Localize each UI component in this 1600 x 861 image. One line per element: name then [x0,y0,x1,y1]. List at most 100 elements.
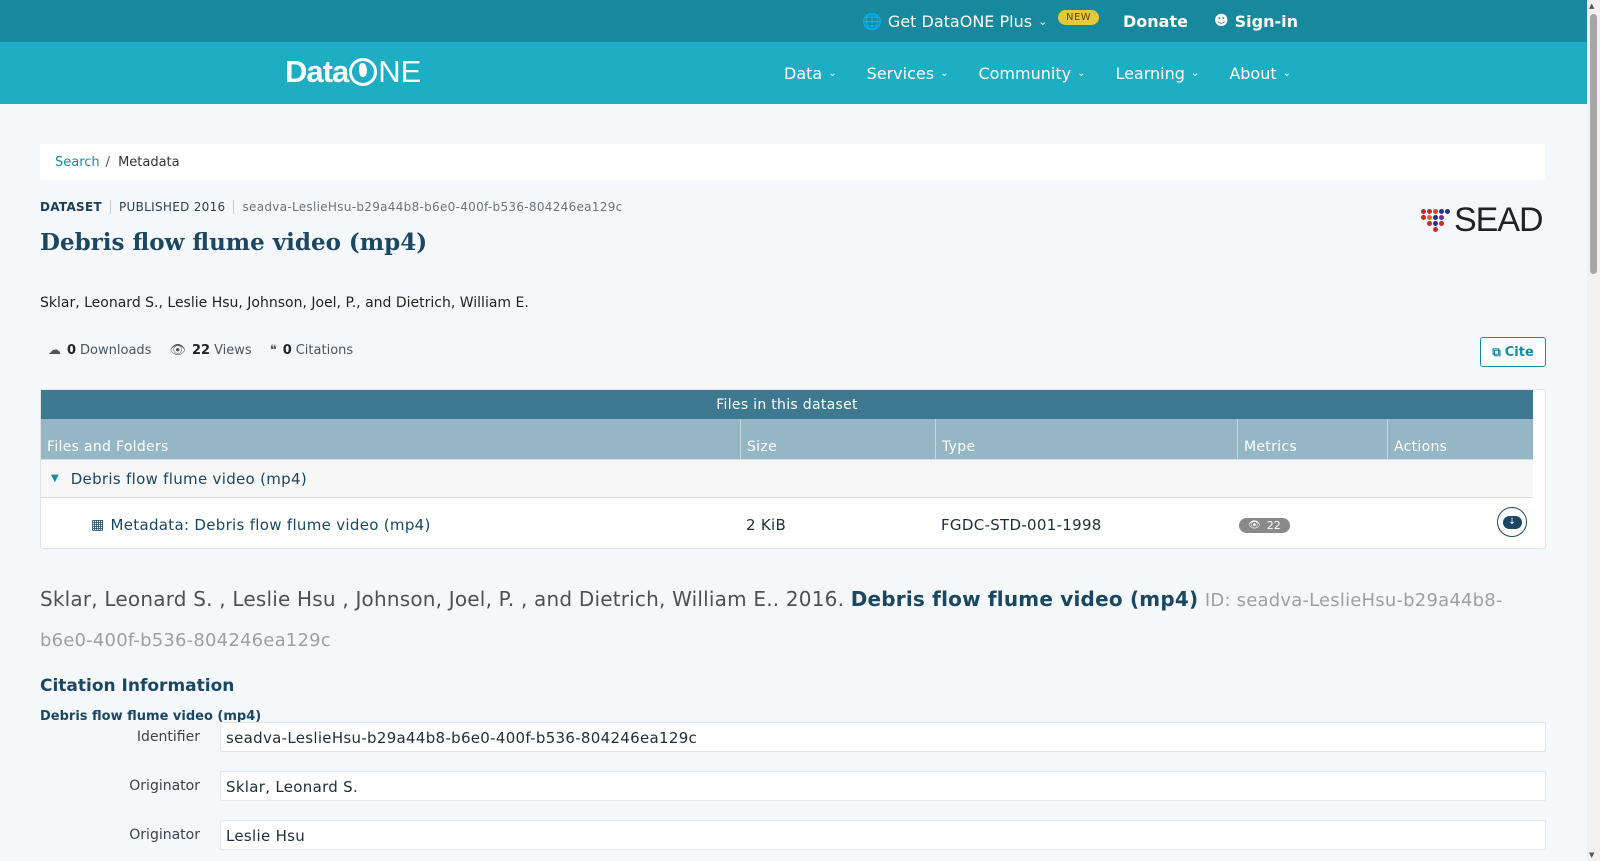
col-type[interactable]: Type [936,419,1238,459]
nav-community-label: Community [978,63,1072,83]
file-name-link[interactable]: ▦ Metadata: Debris flow flume video (mp4… [91,516,431,534]
col-files-and-folders[interactable]: Files and Folders [41,419,741,459]
quote-icon: ❝ [269,343,277,358]
views-metric[interactable]: 👁 22 Views [169,343,251,358]
file-name: Metadata: Debris flow flume video (mp4) [110,516,431,534]
logo-globe-icon [349,58,378,86]
file-views-count: 22 [1266,519,1281,532]
user-icon: ☻ [1214,13,1229,29]
formatted-citation: Sklar, Leonard S. , Leslie Hsu , Johnson… [40,580,1550,660]
dataset-identifier: seadva-LeslieHsu-b29a44b8-b6e0-400f-b536… [233,200,622,214]
nav-about[interactable]: About ⌄ [1229,64,1291,83]
identifier-field: Identifier seadva-LeslieHsu-b29a44b8-b6e… [0,722,1546,752]
nav-learning[interactable]: Learning ⌄ [1115,64,1199,83]
citation-authors: Sklar, Leonard S. , Leslie Hsu , Johnson… [40,587,845,611]
file-size: 2 KiB [746,516,787,534]
folder-row[interactable]: ▼ Debris flow flume video (mp4) [41,459,1533,498]
cite-button[interactable]: ⧉ Cite [1480,337,1546,367]
chevron-down-icon: ⌄ [828,67,837,79]
table-row: ▦ Metadata: Debris flow flume video (mp4… [41,499,1533,549]
col-actions[interactable]: Actions [1388,419,1533,459]
chevron-down-icon: ⌄ [940,67,949,79]
get-dataone-plus-menu[interactable]: 🌐 Get DataONE Plus ⌄ [862,0,1047,42]
views-count: 22 [191,343,211,358]
sead-logo-text: SEAD [1454,201,1544,239]
col-metrics[interactable]: Metrics [1238,419,1388,459]
dataset-title: Debris flow flume video (mp4) [40,229,428,256]
dataset-metrics: ☁ 0 Downloads 👁 22 Views ❝ 0 Citations [48,343,371,358]
nav-links: Data ⌄ Services ⌄ Community ⌄ Learning ⌄ Abo… [784,42,1321,104]
sign-in-link[interactable]: ☻ Sign-in [1214,0,1298,42]
field-label: Originator [129,827,200,843]
table-icon: ▦ [91,517,105,533]
breadcrumb: Search / Metadata [40,144,1545,180]
published-wrap: PUBLISHED 2016 [109,200,226,214]
nav-services[interactable]: Services ⌄ [867,64,949,83]
download-file-button[interactable]: ↓ [1497,507,1527,537]
sead-repository-logo[interactable]: SEAD [1421,201,1544,240]
cite-button-label: Cite [1504,344,1534,360]
folder-name: Debris flow flume video (mp4) [70,469,307,488]
scrollbar-thumb[interactable] [1590,14,1597,274]
cloud-download-icon: ☁ [48,343,61,358]
field-value: Sklar, Leonard S. [220,771,1546,801]
nav-about-label: About [1229,63,1277,83]
col-size[interactable]: Size [741,419,936,459]
files-table: Files in this dataset Files and Folders … [40,389,1546,549]
nav-services-label: Services [866,63,935,83]
downloads-count: 0 [67,343,77,358]
caret-down-icon[interactable]: ▼ [51,473,59,484]
donate-link[interactable]: Donate [1123,0,1188,42]
field-label: Originator [129,778,200,794]
citations-metric[interactable]: ❝ 0 Citations [270,343,353,358]
sead-logo-dots [1421,209,1450,232]
dataone-logo[interactable]: Data NE [285,54,421,90]
eye-icon: 👁 [169,343,186,358]
field-value: Leslie Hsu [220,820,1546,850]
files-table-header: Files and Folders Size Type Metrics Acti… [41,419,1533,459]
citation-title[interactable]: Debris flow flume video (mp4) [851,587,1199,611]
logo-one-text: NE [378,54,422,89]
citations-label: Citations [295,343,354,358]
eye-icon: 👁 [1248,520,1261,531]
chevron-down-icon: ⌄ [1282,67,1292,79]
globe-icon: 🌐 [862,11,882,31]
nav-data[interactable]: Data ⌄ [784,64,837,83]
top-utility-bar: 🌐 Get DataONE Plus ⌄ NEW Donate ☻ Sign-i… [0,0,1587,42]
nav-data-label: Data [784,63,823,83]
originator-field: Originator Leslie Hsu [0,820,1546,850]
published-year: PUBLISHED 2016 [118,200,226,214]
plus-label: Get DataONE Plus [887,11,1033,31]
cloud-download-icon: ↓ [1502,515,1522,529]
nav-learning-label: Learning [1115,63,1185,83]
chevron-down-icon: ⌄ [1038,14,1048,28]
dataset-meta-line: DATASET PUBLISHED 2016 seadva-LeslieHsu-… [40,200,623,214]
scroll-up-icon[interactable]: ▲ [1589,2,1594,10]
logo-data-text: Data [285,54,349,89]
chevron-down-icon: ⌄ [1190,67,1200,79]
scroll-down-icon[interactable]: ▼ [1589,851,1594,859]
field-value: seadva-LeslieHsu-b29a44b8-b6e0-400f-b536… [220,722,1546,752]
field-label: Identifier [136,729,200,745]
dataset-authors: Sklar, Leonard S., Leslie Hsu, Johnson, … [40,295,529,311]
page-scrollbar[interactable]: ▲ ▼ [1587,0,1600,861]
files-table-caption: Files in this dataset [41,390,1533,419]
originator-field: Originator Sklar, Leonard S. [0,771,1546,801]
breadcrumb-current: Metadata [118,154,180,170]
citation-info-heading: Citation Information [40,676,235,696]
new-badge: NEW [1058,10,1100,25]
breadcrumb-search-link[interactable]: Search [55,155,100,170]
dataset-kind-label: DATASET [40,200,102,214]
citations-count: 0 [282,343,292,358]
copy-icon: ⧉ [1492,344,1501,359]
downloads-label: Downloads [80,343,152,358]
chevron-down-icon: ⌄ [1077,67,1086,79]
sign-in-label: Sign-in [1234,11,1298,31]
nav-community[interactable]: Community ⌄ [978,64,1085,83]
breadcrumb-separator: / [105,154,111,170]
downloads-metric[interactable]: ☁ 0 Downloads [48,343,151,358]
file-type: FGDC-STD-001-1998 [941,516,1102,534]
file-views-badge: 👁 22 [1239,518,1290,533]
views-label: Views [214,343,252,358]
main-navbar: Data NE Data ⌄ Services ⌄ Community ⌄ Learn… [0,42,1587,104]
